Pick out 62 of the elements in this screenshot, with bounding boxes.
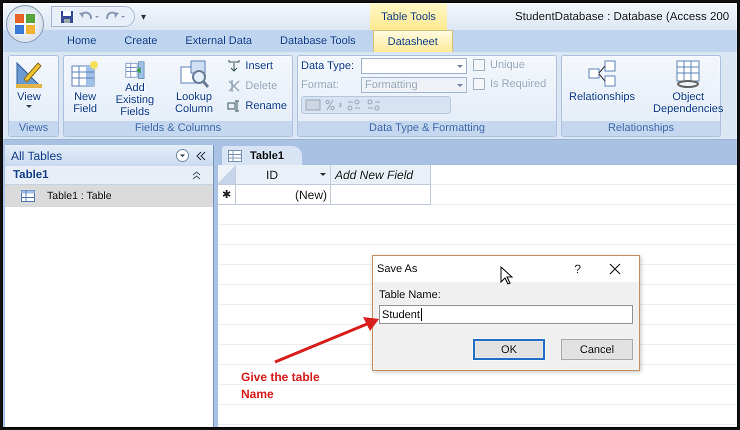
column-header[interactable]: Add New Field <box>331 165 431 185</box>
customize-toolbar-button[interactable]: ▾ <box>141 10 146 22</box>
office-button[interactable] <box>6 5 44 43</box>
ribbon-button[interactable]: Lookup Column <box>166 58 222 119</box>
select-all-corner[interactable] <box>218 165 236 185</box>
increase-decimal-icon <box>346 99 362 111</box>
decrease-decimal-icon <box>366 99 382 111</box>
ribbon-tab[interactable]: Home <box>53 30 110 52</box>
group-title: Relationships <box>562 121 720 136</box>
ribbon-button[interactable]: Rename <box>225 98 289 114</box>
document-tab[interactable]: Table1 <box>222 146 302 165</box>
ribbon-button[interactable]: Relationships <box>567 58 638 119</box>
dropdown-field[interactable] <box>361 58 467 74</box>
table-name-field[interactable]: Student <box>379 305 633 324</box>
close-icon[interactable] <box>609 263 621 275</box>
table-star-icon <box>70 59 100 89</box>
ribbon-button[interactable]: Insert <box>225 58 289 74</box>
window-title: StudentDatabase : Database (Access 200 <box>515 10 730 22</box>
ribbon-button[interactable]: New Field <box>67 58 104 119</box>
table-magnifier-icon <box>179 59 209 89</box>
pane-title: All Tables <box>11 148 62 162</box>
annotation-text: Give the table Name <box>241 369 321 403</box>
group-title: Data Type & Formatting <box>298 121 556 136</box>
delete-column-icon <box>227 79 242 93</box>
table-icon <box>21 190 35 202</box>
nav-item[interactable]: Table1 : Table <box>5 185 213 207</box>
column-header[interactable]: ID <box>236 165 331 185</box>
insert-column-icon <box>227 59 242 73</box>
dropdown-icon[interactable] <box>176 149 189 162</box>
comma-icon <box>339 102 342 108</box>
nav-group-header[interactable]: Table1 <box>5 166 213 185</box>
group-title: Views <box>9 121 58 136</box>
row-marker: ✱ <box>218 185 236 205</box>
field-label: Data Type: <box>301 60 355 72</box>
checkbox-label: Unique <box>490 59 525 71</box>
ribbon-tab[interactable]: Database Tools <box>266 30 370 52</box>
caret-icon <box>320 173 326 176</box>
collapse-pane-icon[interactable] <box>195 150 207 160</box>
ribbon-tab[interactable]: Datasheet <box>372 30 453 52</box>
percent-icon <box>325 99 335 111</box>
ribbon-tab[interactable]: External Data <box>171 30 266 52</box>
field-label: Table Name: <box>379 289 442 301</box>
currency-format-icon <box>305 99 321 111</box>
table-icon <box>228 150 242 162</box>
field-label: Format: <box>301 79 340 91</box>
rename-icon <box>227 99 242 113</box>
checkbox-label: Is Required <box>490 78 546 90</box>
dialog-button[interactable]: OK <box>473 339 545 360</box>
ribbon-button[interactable]: Object Dependencies <box>651 58 726 119</box>
contextual-tab-header: Table Tools <box>370 3 447 30</box>
office-logo-icon <box>12 11 38 37</box>
ribbon-tab[interactable]: Create <box>110 30 172 52</box>
pencil-ruler-icon <box>14 59 44 89</box>
ribbon-button[interactable]: Add Existing Fields <box>105 58 165 119</box>
ribbon-button[interactable]: View <box>12 58 46 119</box>
save-icon[interactable] <box>60 10 74 24</box>
group-title: Fields & Columns <box>64 121 292 136</box>
linked-tables-icon <box>587 59 618 89</box>
dialog-button[interactable]: Cancel <box>561 339 633 360</box>
help-button[interactable]: ? <box>574 262 581 276</box>
dialog-title: Save As <box>377 263 418 275</box>
table-cell: (New) <box>236 185 331 205</box>
